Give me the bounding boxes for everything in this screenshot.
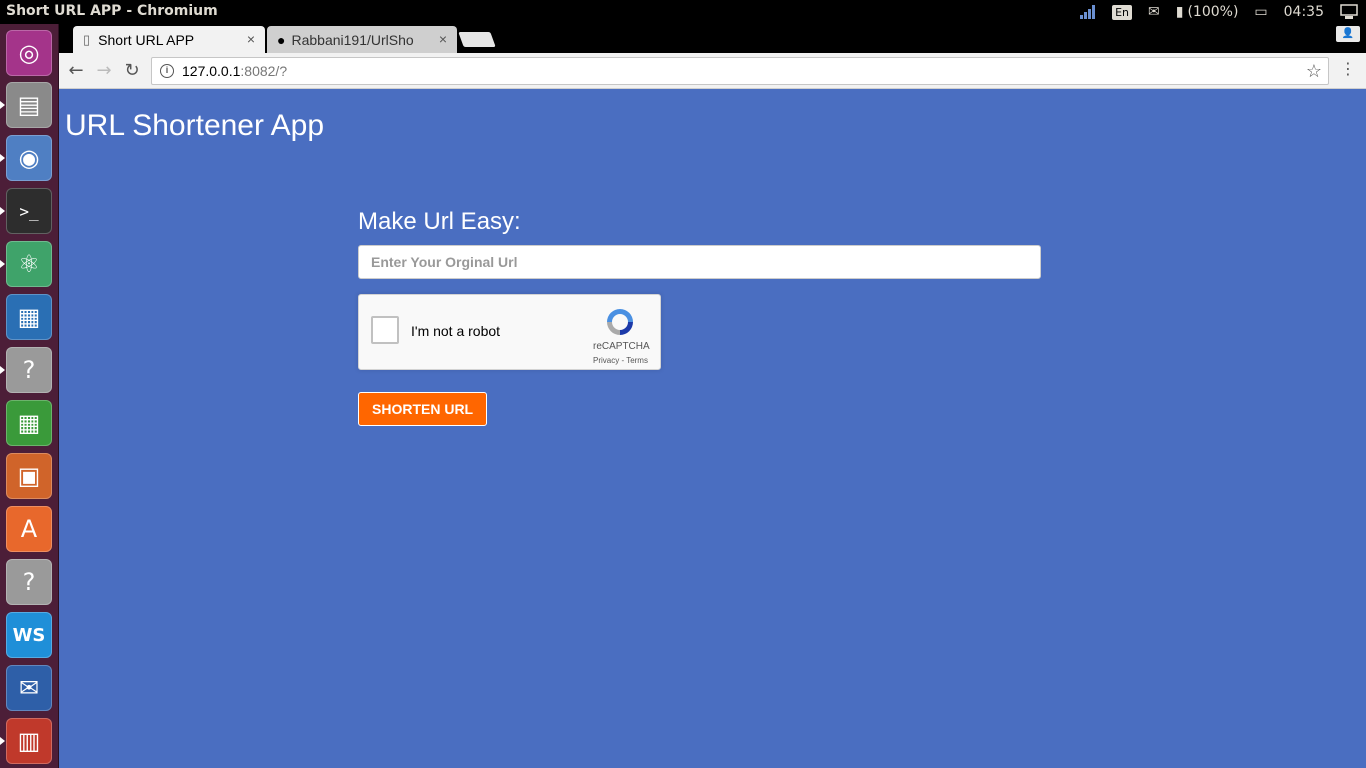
profile-icon[interactable]: 👤: [1336, 26, 1360, 42]
running-indicator: [0, 154, 5, 162]
launcher: ◎ ▤ ◉ >_ ⚛ ▦ ? ▦ ▣ A ? WS ✉ ▥: [0, 24, 59, 768]
url-input[interactable]: [358, 245, 1041, 279]
terminal-icon[interactable]: >_: [6, 188, 52, 234]
recaptcha-checkbox[interactable]: [371, 316, 399, 344]
software-center-icon[interactable]: A: [6, 506, 52, 552]
atom-icon[interactable]: ⚛: [6, 241, 52, 287]
unknown-app-icon[interactable]: ?: [6, 347, 52, 393]
battery-percent: (100%): [1187, 4, 1239, 20]
back-button[interactable]: ←: [65, 60, 87, 82]
ubuntu-dash-icon[interactable]: ◎: [6, 30, 52, 76]
url-path: :8082/?: [240, 63, 288, 79]
recaptcha-brand: reCAPTCHA: [593, 341, 650, 352]
tab-strip: ▯ Short URL APP × ● Rabbani191/UrlSho × …: [59, 24, 1366, 53]
indicator-area: En ✉ ▮ (100%) ▭ 04:35: [1072, 0, 1366, 24]
app-title: URL Shortener App: [65, 109, 325, 142]
url-text: 127.0.0.1:8082/?: [182, 63, 287, 79]
tab-short-url-app[interactable]: ▯ Short URL APP ×: [73, 26, 265, 53]
keyboard-layout-indicator[interactable]: En: [1104, 0, 1140, 24]
clock[interactable]: 04:35: [1276, 0, 1332, 24]
display-icon[interactable]: ▭: [1246, 0, 1275, 24]
reload-button[interactable]: ↻: [121, 60, 143, 82]
page-content: URL Shortener App Make Url Easy: I'm not…: [59, 89, 1366, 768]
tab-close-button[interactable]: ×: [439, 31, 447, 47]
recaptcha-links[interactable]: Privacy - Terms: [593, 356, 648, 365]
battery-icon: ▮: [1175, 4, 1184, 20]
running-indicator: [0, 737, 5, 745]
github-icon: ●: [277, 31, 286, 48]
new-tab-button[interactable]: [458, 32, 496, 47]
running-indicator: [0, 101, 5, 109]
bookmark-star-icon[interactable]: ☆: [1306, 61, 1322, 82]
system-app-icon[interactable]: ▥: [6, 718, 52, 764]
recaptcha-logo-icon: [607, 309, 633, 335]
forward-button[interactable]: →: [93, 60, 115, 82]
language-label: En: [1112, 4, 1132, 20]
battery-indicator[interactable]: ▮ (100%): [1168, 0, 1247, 24]
shorten-url-button[interactable]: Shorten Url: [358, 392, 488, 426]
mail-icon[interactable]: ✉: [1140, 0, 1168, 24]
chromium-icon[interactable]: ◉: [6, 135, 52, 181]
url-host: 127.0.0.1: [182, 63, 241, 79]
tab-github-repo[interactable]: ● Rabbani191/UrlSho ×: [267, 26, 457, 53]
running-indicator: [0, 366, 5, 374]
webstorm-icon[interactable]: WS: [6, 612, 52, 658]
unknown-app-icon[interactable]: ?: [6, 559, 52, 605]
tab-close-button[interactable]: ×: [247, 31, 255, 47]
site-info-icon[interactable]: i: [160, 64, 174, 78]
network-icon[interactable]: [1072, 0, 1104, 24]
page-icon: ▯: [83, 31, 91, 47]
recaptcha-widget: I'm not a robot reCAPTCHA Privacy - Term…: [358, 294, 661, 370]
browser-toolbar: ← → ↻ i 127.0.0.1:8082/? ☆ ⋮: [59, 53, 1366, 89]
files-icon[interactable]: ▤: [6, 82, 52, 128]
libreoffice-writer-icon[interactable]: ▦: [6, 294, 52, 340]
recaptcha-label: I'm not a robot: [411, 323, 501, 339]
form-heading: Make Url Easy:: [358, 208, 521, 235]
browser-menu-icon[interactable]: ⋮: [1340, 59, 1356, 78]
address-bar[interactable]: i 127.0.0.1:8082/? ☆: [151, 57, 1329, 85]
libreoffice-impress-icon[interactable]: ▣: [6, 453, 52, 499]
tab-title: Rabbani191/UrlSho: [291, 31, 414, 48]
top-panel: Short URL APP - Chromium En ✉ ▮ (100%) ▭…: [0, 0, 1366, 24]
running-indicator: [0, 207, 5, 215]
thunderbird-icon[interactable]: ✉: [6, 665, 52, 711]
running-indicator: [0, 260, 5, 268]
libreoffice-calc-icon[interactable]: ▦: [6, 400, 52, 446]
system-menu-icon[interactable]: [1332, 0, 1366, 24]
tab-title: Short URL APP: [98, 31, 195, 48]
window-title: Short URL APP - Chromium: [6, 3, 218, 19]
